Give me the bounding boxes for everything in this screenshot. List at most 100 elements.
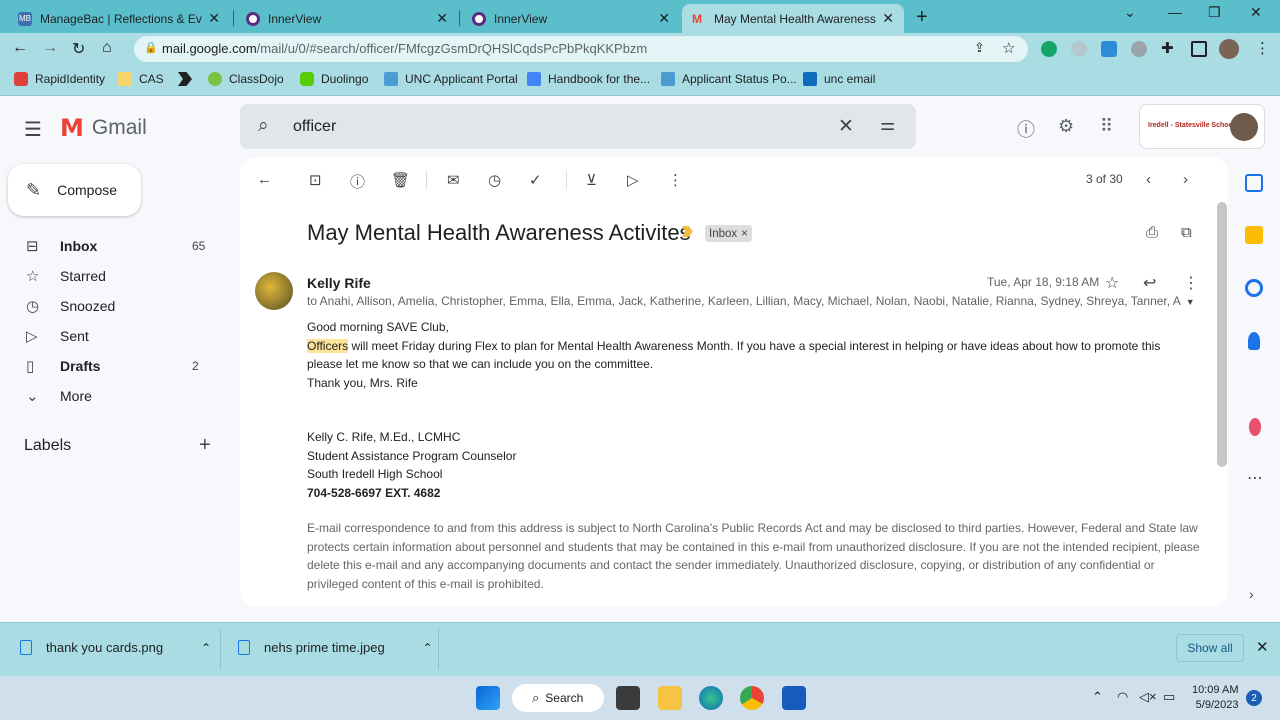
delete-icon[interactable]: 🗑 xyxy=(391,171,410,189)
settings-gear-icon[interactable]: ⚙ xyxy=(1058,116,1074,137)
bookmark-duolingo[interactable]: Duolingo xyxy=(300,72,368,86)
taskbar-search[interactable]: ⌕ Search xyxy=(512,684,604,712)
bookmark-applicant-status[interactable]: Applicant Status Po... xyxy=(661,72,797,86)
home-icon[interactable]: ⌂ xyxy=(102,39,112,57)
archive-icon[interactable]: ⊡ xyxy=(309,171,322,189)
print-icon[interactable]: ⎙ xyxy=(1146,224,1158,241)
label-icon[interactable]: ▷ xyxy=(627,171,639,189)
move-to-icon[interactable]: ⊻ xyxy=(586,171,597,189)
more-actions-icon[interactable]: ⋮ xyxy=(668,171,683,189)
tab-search-chevron-icon[interactable]: ⌄ xyxy=(1124,4,1136,21)
close-downloads-icon[interactable]: ✕ xyxy=(1256,638,1269,656)
sidebar-item-starred[interactable]: ☆ Starred xyxy=(0,261,232,291)
battery-icon[interactable]: ▭ xyxy=(1163,689,1175,705)
tab-innerview-1[interactable]: InnerView ✕ xyxy=(236,4,458,33)
address-bar[interactable]: 🔒 mail.google.com/mail/u/0/#search/offic… xyxy=(134,36,1028,62)
chevron-up-icon[interactable]: ⌃ xyxy=(423,641,433,655)
close-tab-icon[interactable]: ✕ xyxy=(882,10,894,27)
edge-icon[interactable] xyxy=(699,686,723,710)
extension-icon[interactable] xyxy=(1071,41,1087,57)
inbox-label-badge[interactable]: Inbox × xyxy=(705,225,752,242)
reload-icon[interactable]: ↻ xyxy=(72,39,85,59)
bookmark-unc-email[interactable]: unc email xyxy=(803,72,875,86)
close-tab-icon[interactable]: ✕ xyxy=(658,10,670,27)
clear-search-icon[interactable]: ✕ xyxy=(838,115,854,138)
contacts-icon[interactable] xyxy=(1248,332,1260,350)
newer-chevron-icon[interactable]: ‹ xyxy=(1146,171,1151,188)
account-switcher[interactable]: Iredell - Statesville Schools xyxy=(1139,104,1265,149)
download-item[interactable]: thank you cards.png ⌃ xyxy=(20,640,211,655)
sidebar-item-inbox[interactable]: ⊟ Inbox 65 xyxy=(0,231,232,261)
show-side-panel-chevron-icon[interactable]: › xyxy=(1249,586,1254,602)
new-tab-button[interactable]: + xyxy=(916,6,928,29)
gmail-logo[interactable]: M Gmail xyxy=(60,114,147,142)
extension-icon[interactable] xyxy=(1131,41,1147,57)
tab-innerview-2[interactable]: InnerView ✕ xyxy=(462,4,680,33)
bookmark-star-icon[interactable]: ☆ xyxy=(1002,39,1015,57)
notification-badge[interactable]: 2 xyxy=(1246,690,1262,706)
bookmark-handbook[interactable]: Handbook for the... xyxy=(527,72,650,86)
mark-unread-icon[interactable]: ✉ xyxy=(447,171,460,189)
forward-icon[interactable]: → xyxy=(42,39,58,57)
sender-name[interactable]: Kelly Rife xyxy=(307,275,371,291)
recipients-line[interactable]: to Anahi, Allison, Amelia, Christopher, … xyxy=(307,294,1195,308)
more-addons-icon[interactable]: ⋯ xyxy=(1247,468,1263,488)
main-menu-icon[interactable]: ☰ xyxy=(24,117,42,142)
sidebar-item-snoozed[interactable]: ◷ Snoozed xyxy=(0,291,232,321)
search-input[interactable]: officer xyxy=(293,118,336,136)
restore-icon[interactable]: ❐ xyxy=(1208,4,1221,21)
chrome-menu-icon[interactable]: ⋮ xyxy=(1255,41,1271,57)
message-scrollbar[interactable] xyxy=(1217,202,1227,467)
remove-label-icon[interactable]: × xyxy=(741,228,748,240)
bookmark-unc-portal[interactable]: UNC Applicant Portal xyxy=(384,72,518,86)
search-icon[interactable]: ⌕ xyxy=(258,115,269,137)
window-close-icon[interactable]: ✕ xyxy=(1250,4,1262,21)
system-clock[interactable]: 10:09 AM 5/9/2023 xyxy=(1192,683,1238,713)
word-icon[interactable] xyxy=(782,686,806,710)
show-all-downloads-button[interactable]: Show all xyxy=(1176,634,1244,662)
apps-grid-icon[interactable]: ⠿ xyxy=(1100,116,1113,137)
task-view-icon[interactable] xyxy=(616,686,640,710)
bookmark-cas[interactable]: CAS xyxy=(118,72,164,86)
back-icon[interactable]: ← xyxy=(12,39,28,57)
volume-icon[interactable]: ◁× xyxy=(1139,689,1157,705)
add-task-icon[interactable]: ✓ xyxy=(529,171,542,189)
chevron-up-icon[interactable]: ⌃ xyxy=(201,641,211,655)
bookmark-rapididentity[interactable]: RapidIdentity xyxy=(14,72,105,86)
show-hidden-icons-chevron-icon[interactable]: ⌃ xyxy=(1092,689,1103,705)
sidebar-item-drafts[interactable]: ▯ Drafts 2 xyxy=(0,351,232,381)
extensions-puzzle-icon[interactable]: ✚ xyxy=(1161,41,1177,57)
bookmark-unnamed[interactable] xyxy=(178,72,199,86)
older-chevron-icon[interactable]: › xyxy=(1183,171,1188,188)
search-bar[interactable]: ⌕ officer ✕ ⚌ xyxy=(240,104,916,149)
sender-avatar[interactable] xyxy=(255,272,293,310)
minimize-icon[interactable]: — xyxy=(1168,4,1182,20)
reply-icon[interactable]: ↩ xyxy=(1143,273,1156,293)
back-to-search-icon[interactable]: ← xyxy=(257,171,272,188)
close-tab-icon[interactable]: ✕ xyxy=(208,10,220,27)
share-icon[interactable]: ⇪ xyxy=(974,40,985,56)
addon-icon[interactable] xyxy=(1249,418,1261,436)
tab-gmail-active[interactable]: M May Mental Health Awareness Ac ✕ xyxy=(682,4,904,33)
profile-avatar[interactable] xyxy=(1219,39,1239,59)
close-tab-icon[interactable]: ✕ xyxy=(436,10,448,27)
wifi-icon[interactable]: ◠ xyxy=(1117,689,1128,705)
extension-icon[interactable] xyxy=(1101,41,1117,57)
sidebar-item-more[interactable]: ⌄ More xyxy=(0,381,232,411)
grammarly-extension-icon[interactable] xyxy=(1041,41,1057,57)
side-panel-icon[interactable] xyxy=(1191,41,1207,57)
search-options-icon[interactable]: ⚌ xyxy=(880,115,895,135)
tasks-icon[interactable] xyxy=(1245,279,1263,297)
file-explorer-icon[interactable] xyxy=(658,686,682,710)
compose-button[interactable]: ✎ Compose xyxy=(8,164,141,216)
help-icon[interactable]: ⓘ xyxy=(1017,116,1035,142)
star-message-icon[interactable]: ☆ xyxy=(1105,273,1119,293)
show-details-icon[interactable]: ▼ xyxy=(1186,297,1195,307)
windows-start-icon[interactable] xyxy=(476,686,500,710)
bookmark-classdojo[interactable]: ClassDojo xyxy=(208,72,284,86)
keep-icon[interactable] xyxy=(1245,226,1263,244)
snooze-icon[interactable]: ◷ xyxy=(488,171,501,189)
calendar-icon[interactable] xyxy=(1245,174,1263,192)
add-label-icon[interactable]: + xyxy=(199,434,211,457)
download-item[interactable]: nehs prime time.jpeg ⌃ xyxy=(238,640,433,655)
